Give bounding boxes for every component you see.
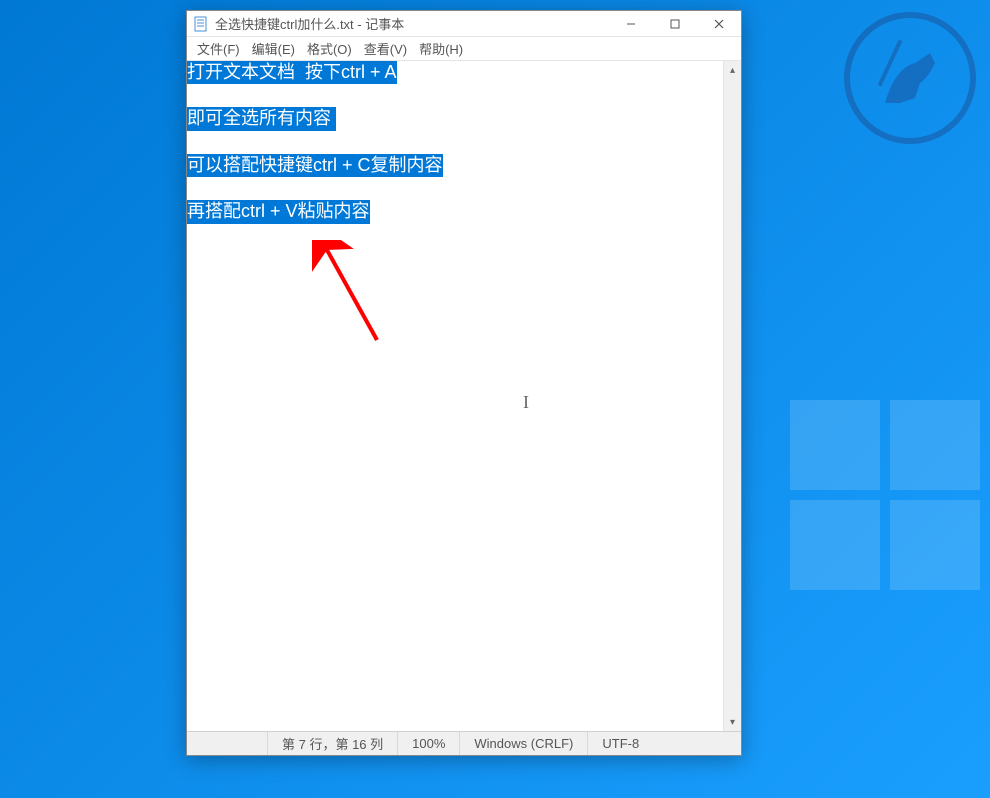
status-zoom: 100% <box>397 732 459 755</box>
menubar: 文件(F) 编辑(E) 格式(O) 查看(V) 帮助(H) <box>187 37 741 61</box>
window-controls <box>609 11 741 36</box>
text-line: 即可全选所有内容 <box>187 107 336 130</box>
text-cursor-icon: I <box>523 391 525 411</box>
scroll-track[interactable] <box>724 79 741 713</box>
text-line-empty <box>187 131 723 154</box>
status-position: 第 7 行，第 16 列 <box>267 732 397 755</box>
status-encoding: UTF-8 <box>587 732 653 755</box>
menu-help[interactable]: 帮助(H) <box>413 37 469 60</box>
notepad-icon <box>193 16 209 32</box>
maximize-button[interactable] <box>653 11 697 36</box>
scroll-up-icon[interactable]: ▴ <box>724 61 741 79</box>
vertical-scrollbar[interactable]: ▴ ▾ <box>723 61 741 731</box>
minimize-button[interactable] <box>609 11 653 36</box>
menu-view[interactable]: 查看(V) <box>358 37 413 60</box>
scroll-down-icon[interactable]: ▾ <box>724 713 741 731</box>
titlebar[interactable]: 全选快捷键ctrl加什么.txt - 记事本 <box>187 11 741 37</box>
status-line-ending: Windows (CRLF) <box>459 732 587 755</box>
text-line: 再搭配ctrl + V粘贴内容 <box>187 200 370 223</box>
window-title: 全选快捷键ctrl加什么.txt - 记事本 <box>215 14 609 33</box>
notepad-window: 全选快捷键ctrl加什么.txt - 记事本 文件(F) 编辑(E) 格式(O)… <box>186 10 742 756</box>
windows-logo-bg <box>790 400 990 600</box>
text-line-empty <box>187 177 723 200</box>
menu-edit[interactable]: 编辑(E) <box>246 37 301 60</box>
menu-format[interactable]: 格式(O) <box>301 37 358 60</box>
menu-file[interactable]: 文件(F) <box>191 37 246 60</box>
editor-container: 打开文本文档 按下ctrl + A 即可全选所有内容 可以搭配快捷键ctrl +… <box>187 61 741 731</box>
status-spacer <box>187 732 267 755</box>
text-line: 打开文本文档 按下ctrl + A <box>187 61 397 84</box>
text-editor[interactable]: 打开文本文档 按下ctrl + A 即可全选所有内容 可以搭配快捷键ctrl +… <box>187 61 723 731</box>
desktop-watermark <box>840 8 980 148</box>
text-line: 可以搭配快捷键ctrl + C复制内容 <box>187 154 443 177</box>
close-button[interactable] <box>697 11 741 36</box>
statusbar: 第 7 行，第 16 列 100% Windows (CRLF) UTF-8 <box>187 731 741 755</box>
text-line-empty <box>187 84 723 107</box>
